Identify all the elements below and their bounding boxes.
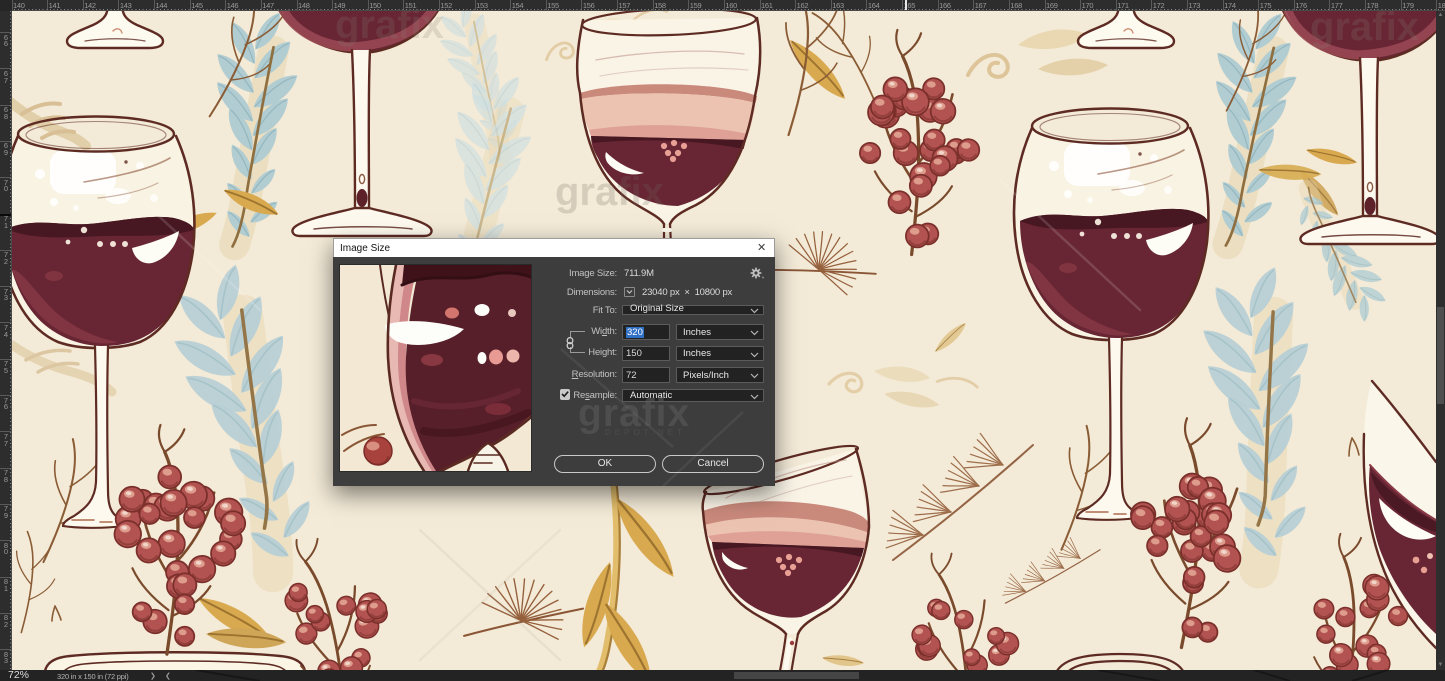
svg-text:grafix: grafix [335, 11, 444, 47]
svg-text:grafix: grafix [555, 170, 664, 214]
svg-text:grafix: grafix [1310, 11, 1419, 49]
